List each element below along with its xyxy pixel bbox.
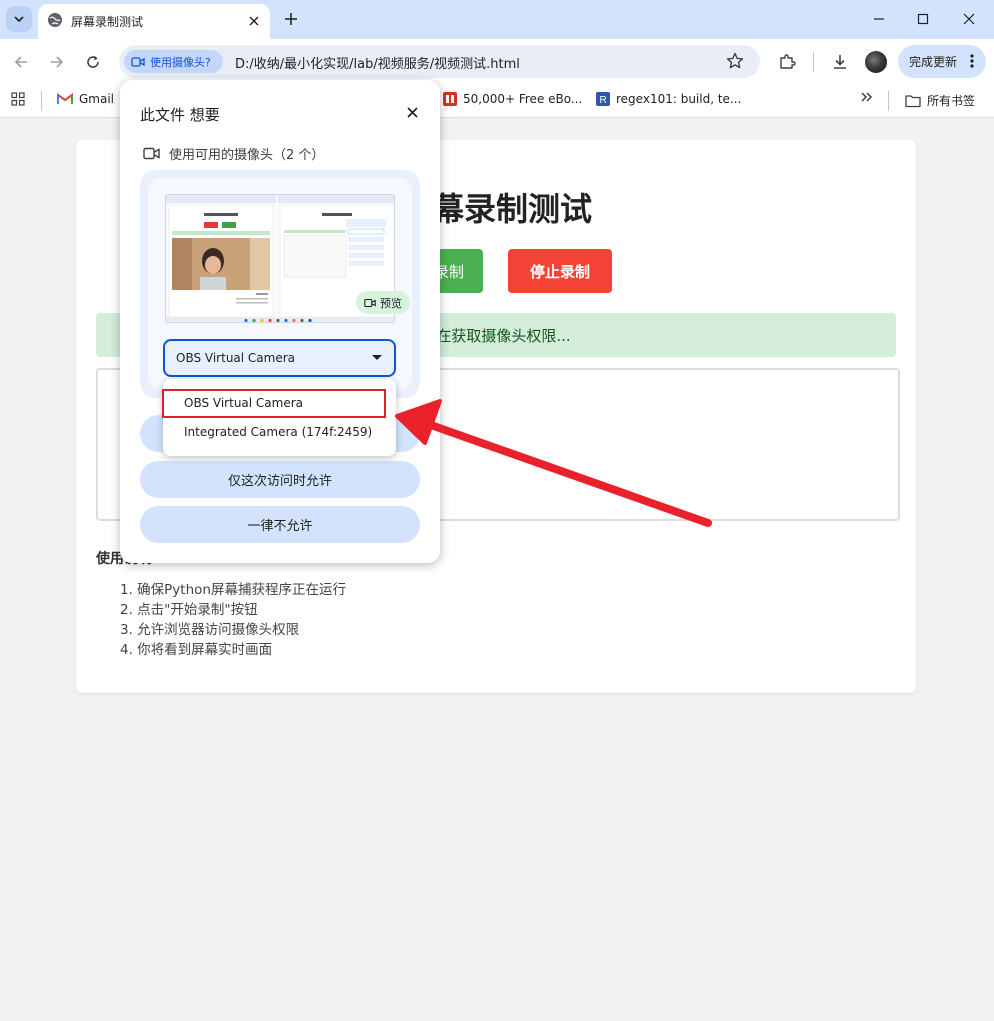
downloads-button[interactable]	[827, 49, 853, 75]
bookmark-label: 50,000+ Free eBo...	[463, 92, 583, 106]
all-bookmarks-label: 所有书签	[927, 94, 976, 108]
browser-toolbar: 使用摄像头? D:/收纳/最小化实现/lab/视频服务/视频测试.html 完成…	[0, 39, 994, 84]
address-bar[interactable]: 使用摄像头? D:/收纳/最小化实现/lab/视频服务/视频测试.html	[119, 45, 760, 78]
bookmark-label: regex101: build, te...	[616, 92, 742, 106]
never-allow-button[interactable]: 一律不允许	[140, 506, 420, 543]
bookmark-label: Gmail	[79, 92, 115, 106]
maximize-icon	[917, 13, 929, 25]
chevron-down-icon	[14, 16, 24, 23]
popup-subtitle-text: 使用可用的摄像头（2 个）	[169, 148, 325, 163]
bookmark-free-ebooks[interactable]: 50,000+ Free eBo...	[443, 92, 582, 106]
usage-step: 1. 确保Python屏幕捕获程序正在运行	[120, 582, 346, 598]
camera-select-value: OBS Virtual Camera	[176, 351, 296, 365]
apps-grid-icon	[11, 92, 25, 106]
camera-permission-popup: 此文件 想要 使用可用的摄像头（2 个） 预览 仅这次访问时允许 一律不允许	[120, 80, 440, 563]
allow-this-time-button[interactable]: 仅这次访问时允许	[140, 461, 420, 498]
close-icon	[406, 106, 418, 118]
tab-title: 屏幕录制测试	[71, 15, 144, 29]
new-tab-button[interactable]	[279, 7, 303, 31]
download-icon	[834, 55, 846, 69]
star-icon	[726, 52, 744, 69]
plus-icon	[285, 13, 297, 25]
allow-this-time-label: 仅这次访问时允许	[227, 474, 332, 489]
usage-steps: 1. 确保Python屏幕捕获程序正在运行 2. 点击"开始录制"按钮 3. 允…	[120, 580, 346, 660]
camera-select[interactable]: OBS Virtual Camera	[163, 339, 396, 377]
book-icon	[443, 92, 457, 106]
profile-avatar[interactable]	[865, 51, 887, 73]
popup-close-button[interactable]	[401, 101, 423, 123]
usage-step: 3. 允许浏览器访问摄像头权限	[120, 622, 300, 638]
arrow-right-icon	[51, 56, 64, 68]
reload-icon	[87, 56, 99, 68]
reload-button[interactable]	[80, 49, 106, 75]
more-vert-icon	[970, 54, 974, 68]
regex101-icon: R	[596, 92, 610, 106]
forward-button[interactable]	[44, 49, 70, 75]
bookmark-gmail[interactable]: Gmail	[57, 92, 114, 106]
camera-option-label: Integrated Camera (174f:2459)	[184, 425, 373, 439]
bookmarks-overflow-button[interactable]	[859, 90, 873, 104]
svg-text:R: R	[600, 95, 607, 106]
tab-close-button[interactable]	[244, 11, 264, 31]
folder-icon	[905, 94, 921, 107]
annotation-highlight-box	[162, 389, 386, 418]
preview-badge: 预览	[356, 291, 410, 314]
double-chevron-right-icon	[861, 92, 873, 102]
usage-step: 2. 点击"开始录制"按钮	[120, 602, 258, 618]
extensions-button[interactable]	[774, 49, 800, 75]
puzzle-icon	[780, 54, 796, 69]
never-allow-label: 一律不允许	[247, 519, 313, 534]
back-button[interactable]	[8, 49, 34, 75]
popup-subtitle: 使用可用的摄像头（2 个）	[143, 144, 324, 163]
active-tab[interactable]: 屏幕录制测试	[38, 4, 270, 39]
video-camera-icon	[131, 56, 145, 67]
arrow-left-icon	[14, 56, 27, 68]
close-icon	[249, 16, 259, 26]
update-button[interactable]: 完成更新	[898, 45, 986, 78]
usage-step: 4. 你将看到屏幕实时画面	[120, 642, 273, 658]
maximize-button[interactable]	[906, 6, 940, 32]
toolbar-divider	[813, 52, 814, 72]
globe-icon	[48, 13, 62, 27]
bookmark-star-button[interactable]	[725, 51, 745, 75]
popup-title: 此文件 想要	[140, 106, 220, 124]
update-button-label: 完成更新	[909, 55, 958, 69]
tab-strip: 屏幕录制测试	[0, 0, 994, 39]
minimize-button[interactable]	[862, 6, 896, 32]
video-camera-icon	[143, 147, 160, 160]
preview-badge-label: 预览	[380, 296, 402, 310]
video-camera-icon	[364, 298, 376, 307]
stop-recording-button[interactable]: 停止录制	[508, 249, 612, 293]
tab-search-button[interactable]	[6, 6, 32, 32]
all-bookmarks-button[interactable]: 所有书签	[905, 92, 975, 109]
camera-chip-label: 使用摄像头?	[150, 55, 211, 69]
camera-option-integrated[interactable]: Integrated Camera (174f:2459)	[163, 418, 396, 446]
bookmark-divider	[888, 91, 889, 111]
bookmark-regex101[interactable]: R regex101: build, te...	[596, 92, 741, 106]
apps-button[interactable]	[11, 92, 25, 106]
close-icon	[963, 13, 975, 25]
bookmark-divider	[41, 91, 42, 111]
dropdown-caret-icon	[372, 355, 382, 360]
camera-permission-chip[interactable]: 使用摄像头?	[124, 50, 223, 73]
url-text: D:/收纳/最小化实现/lab/视频服务/视频测试.html	[235, 57, 520, 72]
close-window-button[interactable]	[952, 6, 986, 32]
minimize-icon	[874, 18, 884, 20]
gmail-icon	[57, 93, 73, 104]
